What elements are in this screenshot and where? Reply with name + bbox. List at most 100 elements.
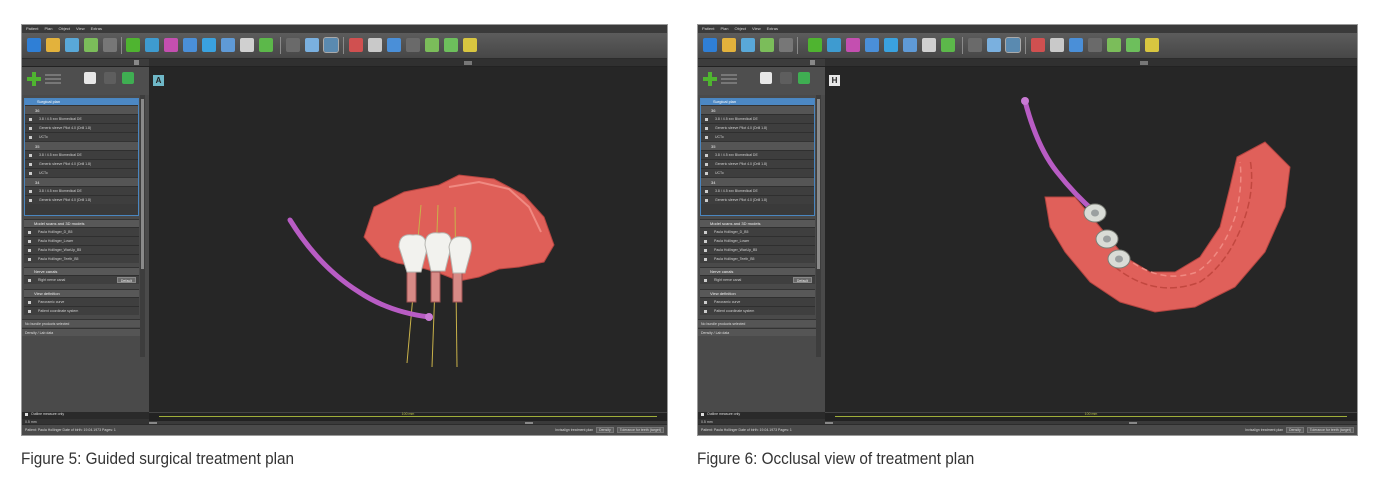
import-icon[interactable] bbox=[84, 38, 98, 52]
nerve-header[interactable]: Nerve canals bbox=[700, 267, 815, 275]
models-header[interactable]: Model scans and 3D models bbox=[24, 219, 139, 227]
measure-icon[interactable] bbox=[183, 38, 197, 52]
model-row[interactable]: Paula Hollinger_Teeth_B5 bbox=[24, 254, 139, 263]
plan-tab[interactable]: Plan bbox=[22, 59, 149, 73]
tree-row[interactable]: UCTo bbox=[25, 168, 138, 177]
tree-row[interactable]: UCTo bbox=[25, 132, 138, 141]
tree-row[interactable]: 3.8 / 4.5 xxx Biomedical DE bbox=[701, 186, 814, 195]
sleeve-icon[interactable] bbox=[827, 38, 841, 52]
tree-row[interactable]: Generic sleeve Pilot 4.0 (Drill 1.8) bbox=[25, 123, 138, 132]
red-tool-icon[interactable] bbox=[349, 38, 363, 52]
view-row[interactable]: Panoramic curve bbox=[24, 297, 139, 306]
collapsed-section[interactable]: Density / Lab data bbox=[22, 328, 145, 336]
density-button[interactable]: Density bbox=[596, 427, 614, 433]
implant-group-35[interactable]: 35 bbox=[701, 141, 814, 150]
back-icon[interactable] bbox=[703, 38, 717, 52]
implant-group-35[interactable]: 35 bbox=[25, 141, 138, 150]
grid-view-icon[interactable] bbox=[1005, 37, 1021, 53]
tree-row[interactable]: Generic sleeve Pilot 4.0 (Drill 1.8) bbox=[701, 159, 814, 168]
check-icon[interactable] bbox=[104, 72, 116, 84]
3d-viewport[interactable]: H bbox=[825, 67, 1357, 412]
3d-viewport[interactable]: A bbox=[149, 67, 667, 412]
menu-view[interactable]: View bbox=[752, 25, 761, 33]
sleeve-tool-icon[interactable] bbox=[1126, 38, 1140, 52]
menu-plan[interactable]: Plan bbox=[720, 25, 728, 33]
splitter-handle[interactable] bbox=[464, 61, 472, 65]
abutment-icon[interactable] bbox=[846, 38, 860, 52]
tree-row[interactable]: 3.8 / 4.5 xxx Biomedical DE bbox=[25, 186, 138, 195]
model-row[interactable]: Paula Hollinger_WaxUp_B5 bbox=[700, 245, 815, 254]
outline-checkbox[interactable]: Outline measure only bbox=[700, 411, 823, 418]
add-icon[interactable] bbox=[27, 72, 41, 86]
nerve-header[interactable]: Nerve canals bbox=[24, 267, 139, 275]
view-orientation-badge[interactable]: H bbox=[829, 75, 840, 86]
model-row[interactable]: Paula Hollinger_D_B5 bbox=[24, 227, 139, 236]
model-row[interactable]: Paula Hollinger_WaxUp_B5 bbox=[24, 245, 139, 254]
menu-extras[interactable]: Extras bbox=[767, 25, 778, 33]
tree-row[interactable]: Generic sleeve Pilot 4.0 (Drill 1.8) bbox=[701, 195, 814, 204]
green-tool-icon[interactable] bbox=[1107, 38, 1121, 52]
menu-object[interactable]: Object bbox=[734, 25, 746, 33]
align-icon[interactable] bbox=[884, 38, 898, 52]
default-button[interactable]: Default bbox=[792, 277, 812, 283]
green-tool-icon[interactable] bbox=[425, 38, 439, 52]
measure-icon[interactable] bbox=[865, 38, 879, 52]
sleeve-tool-icon[interactable] bbox=[444, 38, 458, 52]
save-icon[interactable] bbox=[741, 38, 755, 52]
implant-group-36[interactable]: 36 bbox=[25, 105, 138, 114]
menu-plan[interactable]: Plan bbox=[44, 25, 52, 33]
left-scrollbar[interactable] bbox=[816, 95, 821, 357]
abutment-icon[interactable] bbox=[164, 38, 178, 52]
tree-row[interactable]: Generic sleeve Pilot 4.0 (Drill 1.8) bbox=[701, 123, 814, 132]
tooth-icon[interactable] bbox=[221, 38, 235, 52]
tree-row[interactable]: UCTo bbox=[701, 132, 814, 141]
open-folder-icon[interactable] bbox=[722, 38, 736, 52]
settings-icon[interactable] bbox=[1145, 38, 1159, 52]
check-icon[interactable] bbox=[780, 72, 792, 84]
layers-icon[interactable] bbox=[1069, 38, 1083, 52]
add-icon[interactable] bbox=[703, 72, 717, 86]
expand-icon[interactable] bbox=[122, 72, 134, 84]
nerve-icon[interactable] bbox=[922, 38, 936, 52]
view-icon[interactable] bbox=[305, 38, 319, 52]
nerve-row[interactable]: Right nerve canal Default bbox=[24, 275, 139, 284]
tolerance-button[interactable]: Tolerance for teeth (target) bbox=[616, 427, 664, 433]
export-icon[interactable] bbox=[259, 38, 273, 52]
menu-patient[interactable]: Patient bbox=[26, 25, 38, 33]
red-tool-icon[interactable] bbox=[1031, 38, 1045, 52]
implant-icon[interactable] bbox=[808, 38, 822, 52]
import-icon[interactable] bbox=[760, 38, 774, 52]
tree-row[interactable]: 3.8 / 4.5 xxx Biomedical DE bbox=[701, 114, 814, 123]
plan-tab[interactable]: Plan bbox=[698, 59, 825, 73]
model-row[interactable]: Paula Hollinger_Teeth_B5 bbox=[700, 254, 815, 263]
grid-view-icon[interactable] bbox=[323, 37, 339, 53]
menu-extras[interactable]: Extras bbox=[91, 25, 102, 33]
open-folder-icon[interactable] bbox=[46, 38, 60, 52]
model-row[interactable]: Paula Hollinger_D_B5 bbox=[700, 227, 815, 236]
implant-tool-icon[interactable] bbox=[84, 72, 96, 84]
tree-row[interactable]: UCTo bbox=[701, 168, 814, 177]
settings-icon[interactable] bbox=[463, 38, 477, 52]
implant-icon[interactable] bbox=[126, 38, 140, 52]
view-definition-header[interactable]: View definition bbox=[700, 289, 815, 297]
sleeve-icon[interactable] bbox=[145, 38, 159, 52]
tooth-icon[interactable] bbox=[903, 38, 917, 52]
implant-group-34[interactable]: 34 bbox=[25, 177, 138, 186]
default-button[interactable]: Default bbox=[116, 277, 136, 283]
view-icon[interactable] bbox=[987, 38, 1001, 52]
close-icon[interactable] bbox=[134, 60, 139, 65]
cut-icon[interactable] bbox=[1050, 38, 1064, 52]
collapsed-section[interactable]: No bundle products selected bbox=[698, 319, 821, 327]
implant-tool-icon[interactable] bbox=[760, 72, 772, 84]
collapsed-section[interactable]: Density / Lab data bbox=[698, 328, 821, 336]
export-icon[interactable] bbox=[941, 38, 955, 52]
menu-view[interactable]: View bbox=[76, 25, 85, 33]
tree-row[interactable]: Generic sleeve Pilot 4.0 (Drill 1.8) bbox=[25, 159, 138, 168]
tree-row[interactable]: 3.8 / 4.5 xxx Biomedical DE bbox=[701, 150, 814, 159]
menu-object[interactable]: Object bbox=[58, 25, 70, 33]
tree-row[interactable]: Generic sleeve Pilot 4.0 (Drill 1.8) bbox=[25, 195, 138, 204]
nerve-row[interactable]: Right nerve canal Default bbox=[700, 275, 815, 284]
density-button[interactable]: Density bbox=[1286, 427, 1304, 433]
nerve-icon[interactable] bbox=[240, 38, 254, 52]
align-icon[interactable] bbox=[202, 38, 216, 52]
